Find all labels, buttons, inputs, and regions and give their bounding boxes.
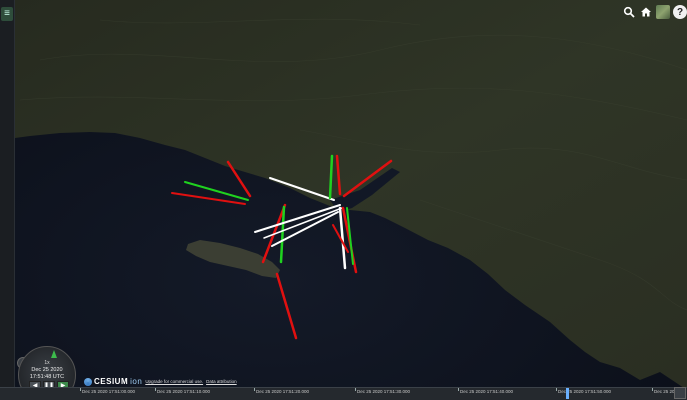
home-icon[interactable] xyxy=(639,5,653,19)
timeline-tick xyxy=(458,388,459,391)
globe-scene[interactable] xyxy=(0,0,687,400)
ion-logo-text: ion xyxy=(130,377,143,386)
timeline-needle[interactable] xyxy=(566,388,569,399)
cesium-viewer[interactable]: ≡ ? 1x Dec 25 2020 17:51:48 UTC ◀ ❚❚ ▶ C… xyxy=(0,0,687,400)
timeline-tick-label: Dec 25 2020 17:51:10.000 xyxy=(157,389,211,394)
hamburger-icon[interactable]: ≡ xyxy=(1,7,13,21)
sidebar-panel: ≡ xyxy=(0,0,15,400)
timeline-tick xyxy=(355,388,356,391)
cesium-ion-logo[interactable]: CESIUM ion xyxy=(84,377,142,386)
help-button[interactable]: ? xyxy=(673,5,687,19)
data-attribution-link[interactable]: Data attribution xyxy=(206,379,237,384)
fullscreen-icon[interactable] xyxy=(674,387,686,399)
timeline-tick xyxy=(652,388,653,391)
credit-container: CESIUM ion Upgrade for commercial use. D… xyxy=(84,377,237,386)
upgrade-link[interactable]: Upgrade for commercial use. xyxy=(145,379,203,384)
viewer-toolbar: ? xyxy=(622,4,687,20)
clock-time: 17:51:48 UTC xyxy=(29,374,65,380)
timeline-tick xyxy=(155,388,156,391)
clock-date: Dec 25 2020 xyxy=(31,367,63,373)
timeline-tick-label: Dec 25 2020 17:51:20.000 xyxy=(256,389,310,394)
timeline-tick-label: Dec 25 2020 17:51:00.000 xyxy=(82,389,136,394)
imagery-layer-picker-icon[interactable] xyxy=(656,5,670,19)
cesium-logo-text: CESIUM xyxy=(94,377,129,386)
timeline[interactable]: Dec 25 2020 17:51:00.000 Dec 25 2020 17:… xyxy=(0,387,687,400)
search-icon[interactable] xyxy=(622,5,636,19)
timeline-tick-label: Dec 25 2020 17:51:40.000 xyxy=(460,389,514,394)
timeline-tick-label: Dec 25 2020 17:51:30.000 xyxy=(357,389,411,394)
cesium-logo-icon xyxy=(84,377,92,386)
clock-speed: 1x xyxy=(44,360,50,366)
timeline-tick xyxy=(254,388,255,391)
timeline-tick xyxy=(80,388,81,391)
timeline-tick xyxy=(556,388,557,391)
shuttle-ring-pointer-icon[interactable] xyxy=(51,350,57,358)
